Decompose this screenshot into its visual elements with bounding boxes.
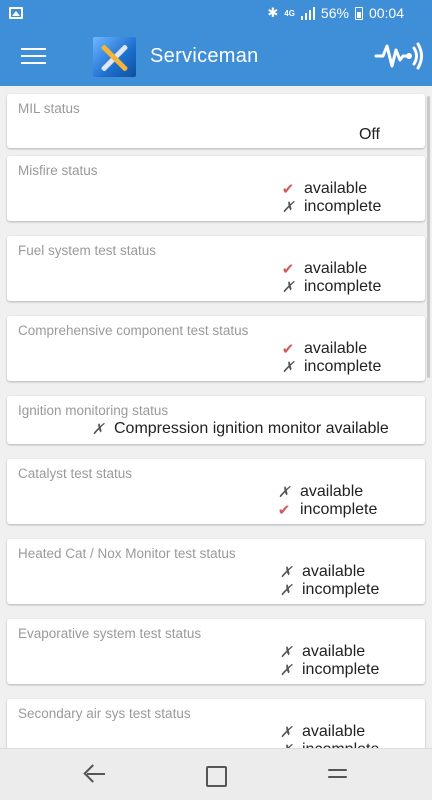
back-icon[interactable] [83,763,107,785]
incomplete-row: ✗ incomplete [277,661,380,679]
card-mil-status: MIL status Off [7,94,425,148]
card-heated-cat-nox-status: Heated Cat / Nox Monitor test status ✗ a… [7,539,425,604]
incomplete-label: incomplete [302,741,379,748]
ignition-row: ✗ Compression ignition monitor available [89,420,389,438]
cross-icon: ✗ [279,644,293,661]
card-title: Fuel system test status [18,243,157,258]
network-type: 4G [284,8,295,18]
card-title: Secondary air sys test status [18,706,191,721]
check-icon: ✔ [281,341,295,358]
check-icon: ✔ [281,181,295,198]
menu-icon[interactable] [21,48,46,64]
card-title: Heated Cat / Nox Monitor test status [18,546,236,561]
app-bar: Serviceman [0,28,432,86]
incomplete-label: incomplete [304,278,382,295]
status-list[interactable]: MIL status Off Misfire status ✔ availabl… [0,86,432,748]
cross-icon: ✗ [281,359,295,376]
cross-icon: ✗ [279,724,293,741]
incomplete-row: ✗ incomplete [279,198,382,216]
card-title: Evaporative system test status [18,626,202,641]
cross-icon: ✗ [281,199,295,216]
signal-icon [300,6,315,20]
available-label: available [304,260,368,277]
incomplete-label: incomplete [300,501,378,518]
bluetooth-icon: ✱ [267,5,279,20]
available-label: available [304,340,368,357]
incomplete-row: ✗ incomplete [277,741,380,748]
available-row: ✗ available [277,643,365,661]
live-data-icon[interactable] [374,38,424,74]
card-secondary-air-status: Secondary air sys test status ✗ availabl… [7,699,425,748]
home-icon[interactable] [204,763,228,787]
app-logo [93,37,136,77]
available-label: available [302,643,366,660]
card-catalyst-test-status: Catalyst test status ✗ available ✔ incom… [7,459,425,524]
card-title: MIL status [18,101,80,116]
cross-icon: ✗ [91,421,105,438]
incomplete-label: incomplete [304,358,382,375]
incomplete-row: ✔ incomplete [275,501,378,519]
available-label: available [300,483,364,500]
cross-icon: ✗ [279,564,293,581]
card-title: Misfire status [18,163,98,178]
available-row: ✔ available [279,180,367,198]
available-row: ✗ available [277,563,365,581]
cross-icon: ✗ [277,741,295,748]
card-title: Catalyst test status [18,466,133,481]
mil-value: Off [358,126,380,143]
incomplete-row: ✗ incomplete [277,581,380,599]
system-nav-bar [0,748,432,800]
status-indicators: ✱ 4G 56% 00:04 [267,5,404,21]
card-ignition-monitoring-status: Ignition monitoring status ✗ Compression… [7,396,425,444]
scrollbar[interactable] [427,96,430,378]
available-row: ✔ available [279,260,367,278]
check-icon: ✔ [277,502,291,519]
card-title: Ignition monitoring status [18,403,169,418]
cross-icon: ✗ [281,279,295,296]
available-label: available [302,723,366,740]
cross-icon: ✗ [279,582,293,599]
image-notification-icon [9,7,23,19]
incomplete-row: ✗ incomplete [279,358,382,376]
cross-icon: ✗ [279,662,293,679]
card-title: Comprehensive component test status [18,323,249,338]
incomplete-label: incomplete [302,661,380,678]
check-icon: ✔ [281,261,295,278]
card-fuel-system-status: Fuel system test status ✔ available ✗ in… [7,236,425,301]
available-label: available [304,180,368,197]
card-comprehensive-component-status: Comprehensive component test status ✔ av… [7,316,425,381]
ignition-monitor-label: Compression ignition monitor available [114,420,389,437]
incomplete-label: incomplete [302,581,380,598]
incomplete-label: incomplete [304,198,382,215]
status-bar: ✱ 4G 56% 00:04 [0,0,432,28]
incomplete-row: ✗ incomplete [279,278,382,296]
available-label: available [302,563,366,580]
available-row: ✗ available [275,483,363,501]
available-row: ✔ available [279,340,367,358]
battery-percent: 56% [320,5,349,21]
card-evaporative-system-status: Evaporative system test status ✗ availab… [7,619,425,684]
clock: 00:04 [368,5,404,21]
available-row: ✗ available [277,723,365,741]
recent-apps-icon[interactable] [327,763,351,785]
card-misfire-status: Misfire status ✔ available ✗ incomplete [7,156,425,221]
cross-icon: ✗ [277,484,291,501]
battery-icon [354,6,363,20]
app-title: Serviceman [150,45,259,67]
